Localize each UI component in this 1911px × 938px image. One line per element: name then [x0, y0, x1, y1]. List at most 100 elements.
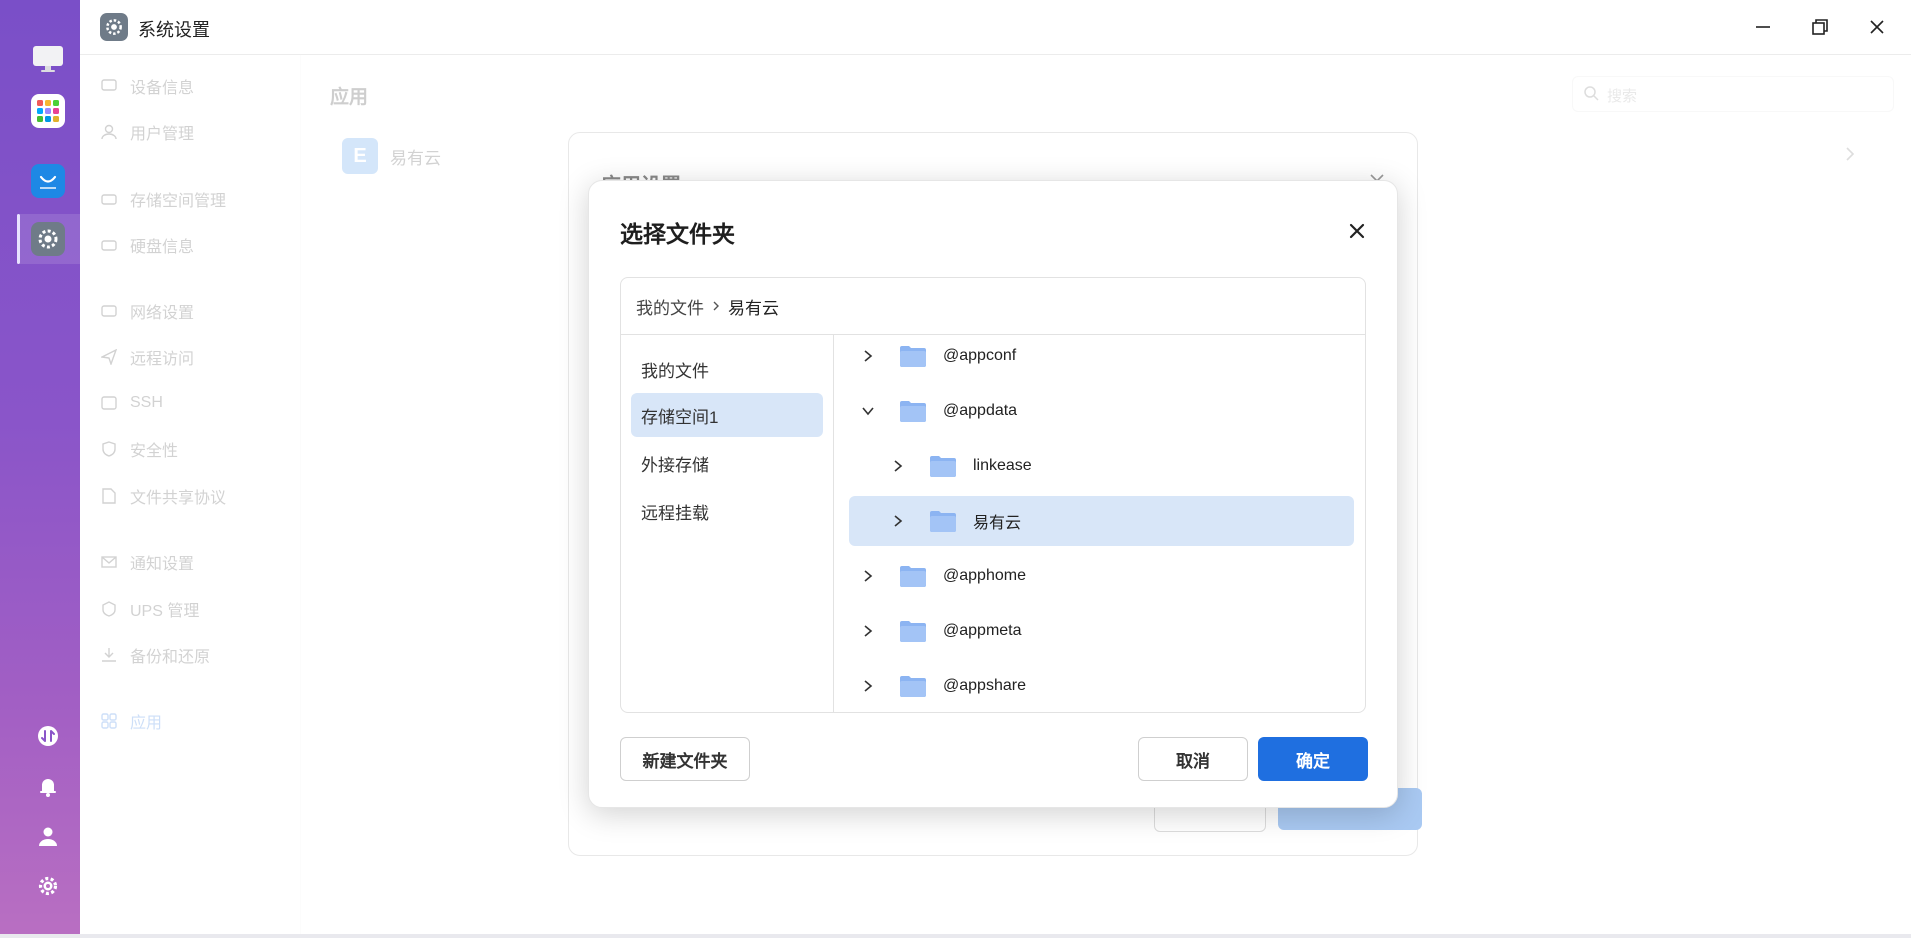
chevron-down-icon[interactable]	[859, 402, 877, 420]
sidebar-item-security[interactable]: 安全性	[100, 436, 178, 462]
folder-label: linkease	[973, 457, 1032, 474]
dialog-close-button[interactable]	[1343, 217, 1371, 245]
window-bottom-edge	[0, 934, 1911, 938]
close-window-button[interactable]	[1864, 14, 1890, 40]
disk-icon	[100, 236, 118, 254]
app-center-icon[interactable]	[31, 94, 65, 128]
gear-icon[interactable]	[34, 872, 62, 900]
mail-icon	[100, 553, 118, 571]
folder-icon	[930, 456, 956, 477]
sidebar-item-label: 通知设置	[130, 556, 195, 573]
dialog-title: 选择文件夹	[620, 221, 735, 247]
storage-icon	[100, 190, 118, 208]
chevron-right-icon	[712, 300, 720, 312]
sidebar-item-label: 硬盘信息	[130, 239, 195, 256]
folder-label: @appconf	[943, 347, 1017, 364]
bell-icon[interactable]	[34, 772, 62, 800]
apps-icon	[100, 712, 118, 730]
chevron-right-icon[interactable]	[859, 567, 877, 585]
folder-icon	[900, 401, 926, 422]
folder-row-yiyouyun[interactable]: 易有云	[849, 496, 1354, 546]
folder-row-appmeta[interactable]: @appmeta	[849, 606, 1354, 656]
shield-icon	[100, 440, 118, 458]
folder-row-appconf[interactable]: @appconf	[849, 331, 1354, 381]
chevron-right-icon[interactable]	[859, 347, 877, 365]
chevron-right-icon[interactable]	[1844, 146, 1856, 167]
confirm-button[interactable]: 确定	[1258, 737, 1368, 781]
breadcrumb-current: 易有云	[728, 298, 779, 318]
new-folder-button[interactable]: 新建文件夹	[620, 737, 750, 781]
location-storage-1[interactable]: 存储空间1	[631, 393, 823, 437]
location-remote-mount[interactable]: 远程挂载	[631, 489, 823, 533]
user-icon[interactable]	[34, 822, 62, 850]
network-icon	[100, 302, 118, 320]
sidebar-item-apps[interactable]: 应用	[100, 708, 162, 734]
backup-icon	[100, 646, 118, 664]
sidebar-item-label: SSH	[130, 394, 163, 411]
sidebar-item-backup[interactable]: 备份和还原	[100, 642, 210, 668]
settings-app-icon	[100, 13, 128, 41]
sidebar-item-network[interactable]: 网络设置	[100, 298, 194, 324]
folder-icon	[900, 621, 926, 642]
folder-browser: 我的文件 易有云 我的文件 存储空间1 外接存储 远程挂载 @appconf @…	[620, 277, 1366, 713]
chevron-right-icon[interactable]	[889, 512, 907, 530]
window-title: 系统设置	[138, 20, 210, 40]
sidebar-item-ups[interactable]: UPS 管理	[100, 596, 199, 622]
sidebar-item-label: UPS 管理	[130, 603, 200, 620]
search-icon	[1583, 85, 1599, 106]
sidebar-item-device-info[interactable]: 设备信息	[100, 73, 194, 99]
user-icon	[100, 123, 118, 141]
sidebar-item-notifications[interactable]: 通知设置	[100, 549, 194, 575]
ups-icon	[100, 600, 118, 618]
folder-row-linkease[interactable]: linkease	[849, 441, 1354, 491]
sidebar-item-label: 网络设置	[130, 305, 195, 322]
folder-label: @appdata	[943, 402, 1018, 419]
sidebar-item-label: 存储空间管理	[130, 193, 227, 210]
sidebar-item-ssh[interactable]: SSH	[100, 390, 163, 416]
transfer-icon[interactable]	[34, 722, 62, 750]
folder-icon	[900, 346, 926, 367]
app-name: 易有云	[390, 148, 441, 168]
folder-tree: @appconf @appdata linkease 易有云 @apphome …	[834, 335, 1365, 712]
monitor-icon	[100, 77, 118, 95]
sidebar-item-storage[interactable]: 存储空间管理	[100, 186, 226, 212]
store-icon[interactable]	[31, 164, 65, 198]
sidebar-item-file-sharing[interactable]: 文件共享协议	[100, 483, 226, 509]
sidebar-item-label: 设备信息	[130, 80, 195, 97]
folder-label: 易有云	[973, 515, 1022, 532]
sidebar-item-users[interactable]: 用户管理	[100, 119, 194, 145]
cancel-button[interactable]: 取消	[1138, 737, 1248, 781]
dock-active-indicator	[17, 214, 20, 264]
chevron-right-icon[interactable]	[859, 677, 877, 695]
location-my-files[interactable]: 我的文件	[631, 347, 823, 391]
page-title: 应用	[330, 87, 369, 108]
folder-row-appdata[interactable]: @appdata	[849, 386, 1354, 436]
breadcrumb: 我的文件 易有云	[621, 278, 1365, 335]
desktop-icon[interactable]	[31, 42, 65, 76]
location-external-storage[interactable]: 外接存储	[631, 441, 823, 485]
folder-icon	[930, 511, 956, 532]
app-list-item[interactable]: E 易有云	[342, 138, 441, 174]
folder-row-apphome[interactable]: @apphome	[849, 551, 1354, 601]
search-input[interactable]: 搜索	[1572, 76, 1894, 112]
sidebar-item-label: 文件共享协议	[130, 490, 227, 507]
sidebar-item-label: 安全性	[130, 443, 179, 460]
chevron-right-icon[interactable]	[859, 622, 877, 640]
search-placeholder: 搜索	[1607, 88, 1638, 105]
folder-row-appshare[interactable]: @appshare	[849, 661, 1354, 711]
maximize-button[interactable]	[1807, 14, 1833, 40]
file-icon	[100, 487, 118, 505]
chevron-right-icon[interactable]	[889, 457, 907, 475]
sidebar-item-label: 应用	[130, 715, 163, 732]
ssh-icon	[100, 394, 118, 412]
sidebar-item-remote-access[interactable]: 远程访问	[100, 344, 194, 370]
settings-app-icon[interactable]	[31, 222, 65, 256]
dock	[0, 0, 80, 938]
sidebar-item-disks[interactable]: 硬盘信息	[100, 232, 194, 258]
sidebar-item-label: 用户管理	[130, 126, 195, 143]
breadcrumb-item[interactable]: 我的文件	[636, 294, 704, 319]
minimize-button[interactable]	[1750, 14, 1776, 40]
folder-label: @appshare	[943, 677, 1026, 694]
sidebar-item-label: 远程访问	[130, 351, 195, 368]
send-icon	[100, 348, 118, 366]
